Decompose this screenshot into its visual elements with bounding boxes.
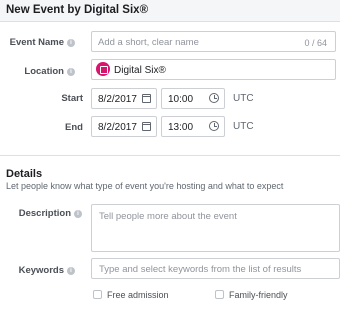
start-label: Start bbox=[13, 93, 83, 104]
end-timezone: UTC bbox=[233, 121, 254, 132]
start-time-value: 10:00 bbox=[168, 94, 194, 105]
keywords-placeholder: Type and select keywords from the list o… bbox=[99, 264, 302, 275]
event-name-label-text: Event Name bbox=[9, 37, 64, 48]
description-textarea[interactable]: Tell people more about the event bbox=[91, 204, 340, 252]
info-icon[interactable]: i bbox=[67, 68, 75, 76]
info-icon[interactable]: i bbox=[67, 267, 75, 275]
start-date-input[interactable]: 8/2/2017 bbox=[91, 88, 157, 109]
info-icon[interactable]: i bbox=[74, 210, 82, 218]
clock-icon[interactable] bbox=[209, 93, 219, 103]
start-time-input[interactable]: 10:00 bbox=[161, 88, 225, 109]
end-label-text: End bbox=[65, 122, 83, 133]
end-time-value: 13:00 bbox=[168, 122, 194, 133]
start-timezone: UTC bbox=[233, 93, 254, 104]
info-icon[interactable]: i bbox=[67, 39, 75, 47]
end-date-input[interactable]: 8/2/2017 bbox=[91, 116, 157, 137]
family-friendly-label: Family-friendly bbox=[229, 290, 288, 300]
location-label-text: Location bbox=[24, 66, 64, 77]
header-bar: New Event by Digital Six® bbox=[0, 0, 340, 22]
start-label-text: Start bbox=[61, 93, 83, 104]
description-placeholder: Tell people more about the event bbox=[99, 211, 237, 222]
keywords-input[interactable]: Type and select keywords from the list o… bbox=[91, 258, 340, 279]
free-admission-label: Free admission bbox=[107, 290, 169, 300]
details-subtitle: Let people know what type of event you'r… bbox=[6, 181, 284, 191]
start-date-value: 8/2/2017 bbox=[98, 94, 137, 105]
location-value: Digital Six® bbox=[114, 65, 166, 76]
details-title: Details bbox=[6, 168, 43, 180]
end-date-value: 8/2/2017 bbox=[98, 122, 137, 133]
calendar-icon[interactable] bbox=[142, 122, 151, 131]
location-input[interactable]: Digital Six® bbox=[91, 59, 336, 80]
description-label: Description i bbox=[2, 208, 82, 219]
event-name-input[interactable]: Add a short, clear name 0 / 64 bbox=[91, 31, 336, 52]
page-title: New Event by Digital Six® bbox=[6, 4, 149, 16]
free-admission-checkbox[interactable] bbox=[93, 290, 102, 299]
end-label: End bbox=[13, 122, 83, 133]
family-friendly-checkbox[interactable] bbox=[215, 290, 224, 299]
description-label-text: Description bbox=[18, 208, 71, 219]
event-name-placeholder: Add a short, clear name bbox=[98, 37, 199, 48]
digital-six-logo-icon bbox=[96, 62, 110, 76]
clock-icon[interactable] bbox=[209, 121, 219, 131]
event-name-label: Event Name i bbox=[5, 37, 75, 48]
calendar-icon[interactable] bbox=[142, 94, 151, 103]
end-time-input[interactable]: 13:00 bbox=[161, 116, 225, 137]
location-label: Location i bbox=[5, 66, 75, 77]
keywords-label-text: Keywords bbox=[18, 265, 64, 276]
section-divider bbox=[0, 155, 340, 156]
character-counter: 0 / 64 bbox=[304, 38, 327, 48]
keywords-label: Keywords i bbox=[5, 265, 75, 276]
